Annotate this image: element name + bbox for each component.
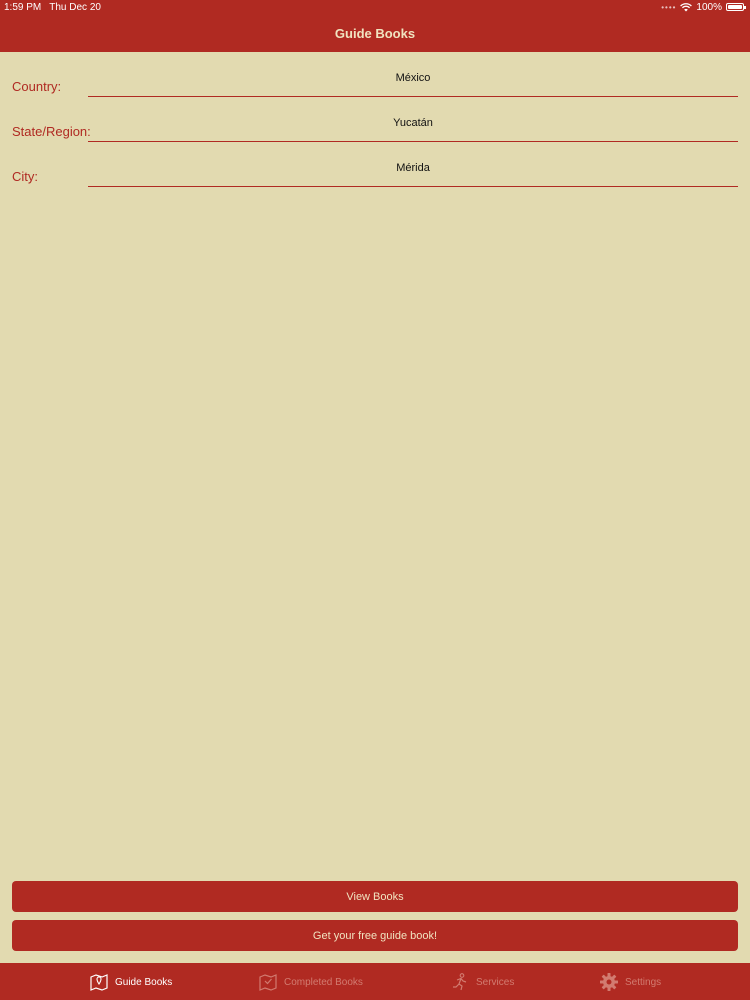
city-underline: [88, 186, 738, 187]
tab-label: Completed Books: [284, 976, 363, 988]
status-bar: 1:59 PM Thu Dec 20 •••• 100%: [0, 0, 750, 14]
battery-percent: 100%: [696, 1, 722, 13]
country-label: Country:: [12, 79, 62, 94]
city-row[interactable]: City: Mérida: [0, 142, 750, 187]
status-right: •••• 100%: [661, 1, 746, 13]
runner-icon: [453, 973, 467, 991]
signal-dots-icon: ••••: [661, 2, 677, 12]
free-guide-book-button[interactable]: Get your free guide book!: [12, 920, 738, 951]
tab-settings[interactable]: Settings: [599, 972, 661, 992]
tab-completed-books[interactable]: Completed Books: [258, 972, 363, 992]
tab-guide-books[interactable]: Guide Books: [89, 972, 172, 992]
wifi-icon: [680, 2, 693, 11]
tab-services[interactable]: Services: [450, 972, 514, 992]
page-title: Guide Books: [334, 25, 416, 41]
tab-bar: Guide Books Completed Books Services Set…: [0, 963, 750, 1000]
nav-bar: Guide Books: [0, 14, 750, 52]
map-pin-book-icon: [90, 974, 108, 991]
city-field[interactable]: Mérida: [88, 162, 738, 174]
tab-label: Guide Books: [115, 976, 173, 988]
gear-icon: [600, 973, 618, 991]
state-row[interactable]: State/Region: Yucatán: [0, 97, 750, 142]
country-field[interactable]: México: [88, 72, 738, 84]
location-form: Country: México State/Region: Yucatán Ci…: [0, 52, 750, 187]
state-label: State/Region:: [12, 124, 91, 139]
tab-label: Services: [476, 976, 515, 988]
battery-icon: [726, 3, 746, 11]
status-left: 1:59 PM Thu Dec 20: [4, 2, 101, 13]
status-date: Thu Dec 20: [49, 1, 101, 13]
country-row[interactable]: Country: México: [0, 52, 750, 97]
view-books-button[interactable]: View Books: [12, 881, 738, 912]
tab-label: Settings: [625, 976, 662, 988]
city-label: City:: [12, 169, 38, 184]
completed-book-icon: [259, 974, 277, 991]
status-time: 1:59 PM: [4, 1, 42, 13]
state-field[interactable]: Yucatán: [88, 117, 738, 129]
